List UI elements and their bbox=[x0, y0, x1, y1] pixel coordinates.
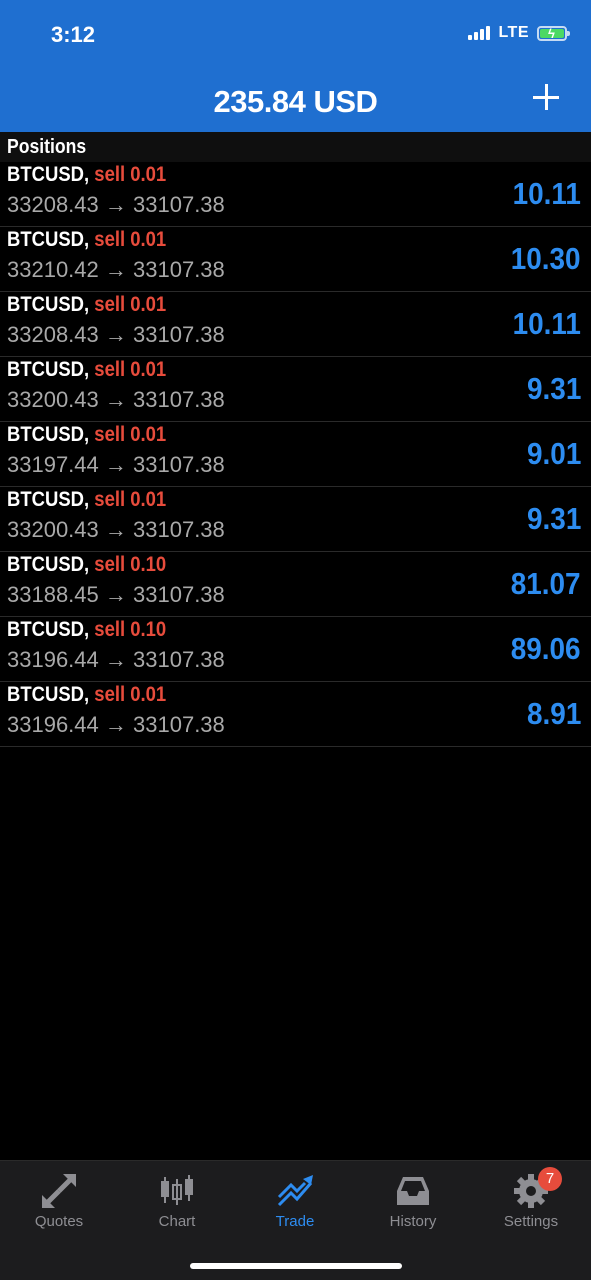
arrow-right-icon: → bbox=[104, 387, 127, 412]
open-price: 33196.44 bbox=[7, 647, 99, 672]
status-time: 3:12 bbox=[51, 22, 96, 47]
current-price: 33107.38 bbox=[133, 192, 225, 217]
position-row[interactable]: BTCUSD, sell 0.01 33200.43 → 33107.38 9.… bbox=[0, 357, 591, 422]
account-balance: 235.84 USD bbox=[213, 84, 378, 119]
position-side: sell 0.01 bbox=[94, 423, 167, 446]
position-side: sell 0.01 bbox=[94, 228, 167, 251]
position-symbol: BTCUSD, bbox=[7, 293, 90, 316]
current-price: 33107.38 bbox=[133, 257, 225, 282]
position-symbol: BTCUSD, bbox=[7, 228, 90, 251]
position-symbol: BTCUSD, bbox=[7, 553, 90, 576]
tab-bar: Quotes Chart Trade History 7 Settings bbox=[0, 1160, 591, 1280]
current-price: 33107.38 bbox=[133, 582, 225, 607]
position-row[interactable]: BTCUSD, sell 0.01 33196.44 → 33107.38 8.… bbox=[0, 682, 591, 747]
status-indicators: LTE ϟ bbox=[468, 24, 570, 42]
position-row[interactable]: BTCUSD, sell 0.10 33188.45 → 33107.38 81… bbox=[0, 552, 591, 617]
open-price: 33208.43 bbox=[7, 192, 99, 217]
arrow-right-icon: → bbox=[104, 582, 127, 607]
position-side: sell 0.01 bbox=[94, 358, 167, 381]
arrow-right-icon: → bbox=[104, 712, 127, 737]
tab-quotes-label: Quotes bbox=[34, 1213, 84, 1230]
current-price: 33107.38 bbox=[133, 387, 225, 412]
current-price: 33107.38 bbox=[133, 517, 225, 542]
positions-header: Positions bbox=[0, 132, 591, 162]
current-price: 33107.38 bbox=[133, 322, 225, 347]
position-profit: 9.31 bbox=[526, 501, 581, 536]
position-profit: 9.01 bbox=[526, 436, 581, 471]
position-profit: 89.06 bbox=[511, 631, 581, 666]
current-price: 33107.38 bbox=[133, 452, 225, 477]
current-price: 33107.38 bbox=[133, 647, 225, 672]
arrow-right-icon: → bbox=[104, 517, 127, 542]
tab-settings-label: Settings bbox=[503, 1213, 559, 1230]
position-symbol: BTCUSD, bbox=[7, 423, 90, 446]
arrow-right-icon: → bbox=[104, 322, 127, 347]
tab-chart-label: Chart bbox=[158, 1213, 196, 1230]
arrow-right-icon: → bbox=[104, 192, 127, 217]
arrow-right-icon: → bbox=[104, 452, 127, 477]
tab-trade[interactable]: Trade bbox=[236, 1161, 354, 1241]
position-side: sell 0.01 bbox=[94, 683, 167, 706]
position-symbol: BTCUSD, bbox=[7, 488, 90, 511]
inbox-tray-icon bbox=[397, 1177, 429, 1205]
home-indicator[interactable] bbox=[190, 1263, 402, 1269]
position-symbol: BTCUSD, bbox=[7, 358, 90, 381]
position-profit: 9.31 bbox=[526, 371, 581, 406]
position-profit: 10.30 bbox=[511, 241, 581, 276]
position-row[interactable]: BTCUSD, sell 0.01 33197.44 → 33107.38 9.… bbox=[0, 422, 591, 487]
position-symbol: BTCUSD, bbox=[7, 618, 90, 641]
battery-icon: ϟ bbox=[537, 25, 570, 41]
position-side: sell 0.10 bbox=[94, 553, 167, 576]
position-side: sell 0.01 bbox=[94, 163, 167, 186]
open-price: 33200.43 bbox=[7, 517, 99, 542]
signal-icon bbox=[468, 26, 491, 40]
tab-history[interactable]: History bbox=[354, 1161, 472, 1241]
position-row[interactable]: BTCUSD, sell 0.01 33208.43 → 33107.38 10… bbox=[0, 162, 591, 227]
arrows-diagonal-icon bbox=[42, 1174, 76, 1208]
open-price: 33208.43 bbox=[7, 322, 99, 347]
current-price: 33107.38 bbox=[133, 712, 225, 737]
position-row[interactable]: BTCUSD, sell 0.10 33196.44 → 33107.38 89… bbox=[0, 617, 591, 682]
open-price: 33196.44 bbox=[7, 712, 99, 737]
positions-list: BTCUSD, sell 0.01 33208.43 → 33107.38 10… bbox=[0, 162, 591, 747]
app-header: 3:12 LTE ϟ 235.84 USD bbox=[0, 0, 591, 132]
positions-title: Positions bbox=[7, 136, 87, 158]
new-order-plus-icon[interactable] bbox=[529, 80, 563, 114]
position-row[interactable]: BTCUSD, sell 0.01 33210.42 → 33107.38 10… bbox=[0, 227, 591, 292]
open-price: 33197.44 bbox=[7, 452, 99, 477]
position-row[interactable]: BTCUSD, sell 0.01 33208.43 → 33107.38 10… bbox=[0, 292, 591, 357]
position-side: sell 0.10 bbox=[94, 618, 167, 641]
position-profit: 10.11 bbox=[512, 306, 581, 341]
position-symbol: BTCUSD, bbox=[7, 163, 90, 186]
tab-trade-label: Trade bbox=[275, 1213, 315, 1230]
position-side: sell 0.01 bbox=[94, 293, 167, 316]
position-row[interactable]: BTCUSD, sell 0.01 33200.43 → 33107.38 9.… bbox=[0, 487, 591, 552]
trend-up-icon bbox=[277, 1175, 313, 1207]
position-profit: 10.11 bbox=[512, 176, 581, 211]
arrow-right-icon: → bbox=[104, 647, 127, 672]
settings-badge: 7 bbox=[538, 1167, 562, 1191]
network-type: LTE bbox=[498, 24, 529, 41]
position-side: sell 0.01 bbox=[94, 488, 167, 511]
tab-chart[interactable]: Chart bbox=[118, 1161, 236, 1241]
tab-quotes[interactable]: Quotes bbox=[0, 1161, 118, 1241]
tab-history-label: History bbox=[389, 1213, 437, 1230]
open-price: 33200.43 bbox=[7, 387, 99, 412]
open-price: 33188.45 bbox=[7, 582, 99, 607]
tab-settings[interactable]: 7 Settings bbox=[472, 1161, 590, 1241]
open-price: 33210.42 bbox=[7, 257, 99, 282]
position-profit: 8.91 bbox=[526, 696, 581, 731]
position-symbol: BTCUSD, bbox=[7, 683, 90, 706]
candlestick-icon bbox=[161, 1175, 193, 1205]
arrow-right-icon: → bbox=[104, 257, 127, 282]
position-profit: 81.07 bbox=[511, 566, 581, 601]
